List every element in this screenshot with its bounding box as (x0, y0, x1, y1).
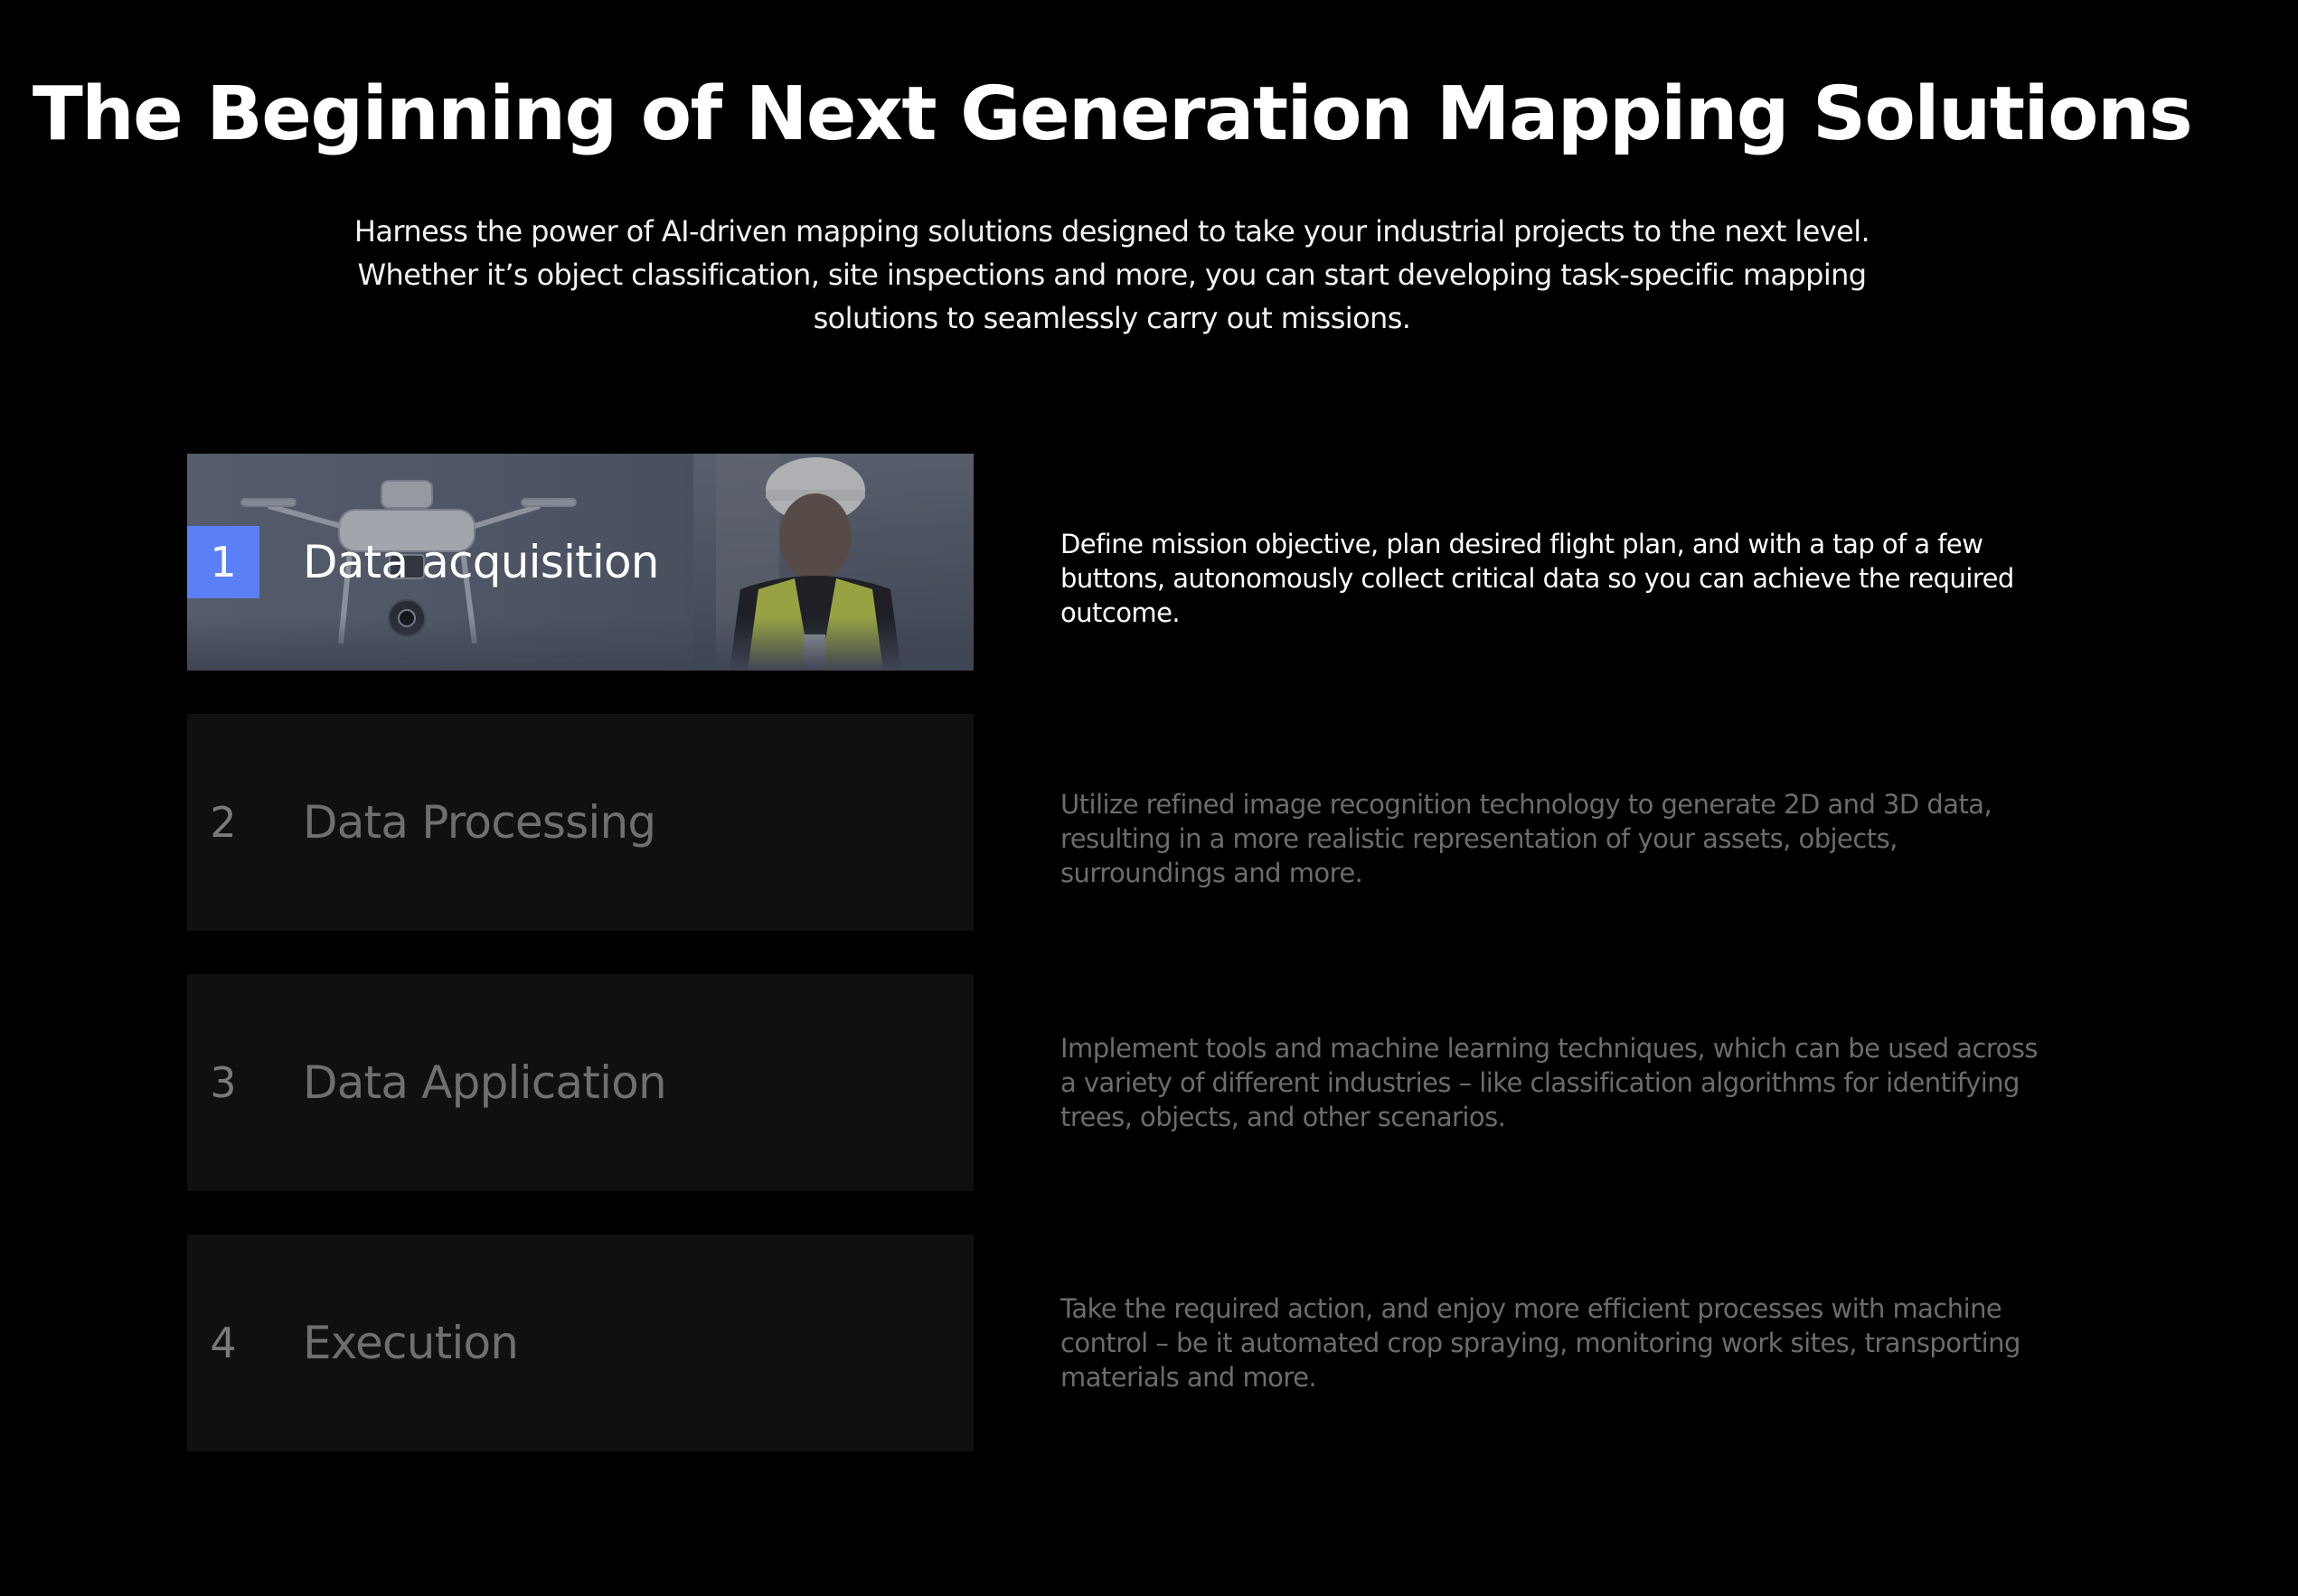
step-description-data-application: Implement tools and machine learning tec… (1060, 1033, 2039, 1132)
step-tab-data-acquisition[interactable]: 1 Data acquisition (187, 454, 974, 671)
step-number-badge: 4 (210, 1319, 237, 1367)
step-label: Data Application (303, 1056, 667, 1109)
step-tab-data-processing[interactable]: 2 Data Processing (187, 714, 974, 931)
step-label: Data Processing (303, 796, 656, 849)
step-number-badge: 2 (210, 798, 237, 847)
step-description-execution: Take the required action, and enjoy more… (1060, 1293, 2020, 1393)
step-label: Data acquisition (303, 536, 659, 588)
page-title: The Beginning of Next Generation Mapping… (32, 71, 2193, 157)
step-tab-data-application[interactable]: 3 Data Application (187, 974, 974, 1191)
step-description-data-acquisition: Define mission objective, plan desired f… (1060, 529, 2014, 628)
step-label: Execution (303, 1317, 519, 1369)
step-description-data-processing: Utilize refined image recognition techno… (1060, 789, 1992, 888)
step-number-badge: 3 (210, 1058, 237, 1107)
step-number-badge: 1 (187, 526, 259, 598)
step-tab-execution[interactable]: 4 Execution (187, 1235, 974, 1451)
intro-paragraph: Harness the power of AI-driven mapping s… (353, 214, 1870, 335)
